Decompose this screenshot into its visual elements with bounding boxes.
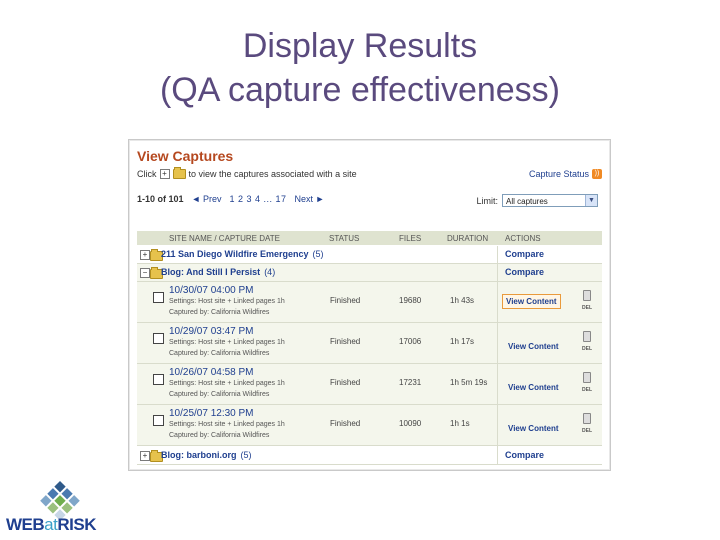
click-instruction: to view the captures associated with a s… [188, 169, 357, 179]
rss-icon[interactable]: )) [592, 169, 602, 179]
chevron-down-icon[interactable]: ▼ [585, 195, 597, 206]
capture-status: Finished [330, 378, 361, 387]
capture-date[interactable]: 10/26/07 04:58 PM [169, 367, 254, 378]
slide-title: Display Results (QA capture effectivenes… [0, 24, 720, 112]
captures-panel: View Captures Click + to view the captur… [128, 139, 611, 471]
site-capture-count: (5) [312, 249, 324, 259]
view-content-link[interactable]: View Content [505, 340, 562, 353]
trash-icon[interactable] [583, 372, 591, 383]
capture-row: 10/30/07 04:00 PM Settings: Host site + … [137, 282, 602, 323]
compare-link[interactable]: Compare [505, 267, 544, 277]
capture-date[interactable]: 10/29/07 03:47 PM [169, 326, 254, 337]
capture-duration: 1h 1s [450, 419, 470, 428]
site-name[interactable]: 211 San Diego Wildfire Emergency (5) [161, 249, 323, 259]
view-content-link[interactable]: View Content [502, 294, 561, 309]
column-header-duration[interactable]: DURATION [447, 234, 488, 243]
pager-range: 1-10 of 101 [137, 194, 184, 204]
capture-date[interactable]: 10/30/07 04:00 PM [169, 285, 254, 296]
capture-files: 17231 [399, 378, 422, 387]
pager: 1-10 of 101 ◄ Prev 1 2 3 4 ... 17 Next ► [137, 194, 324, 204]
actions-column-divider [497, 246, 498, 464]
site-capture-count: (4) [264, 267, 276, 277]
compare-link[interactable]: Compare [505, 249, 544, 259]
captured-by: Captured by: California Wildfires [169, 309, 270, 316]
expand-icon[interactable]: + [140, 250, 150, 260]
limit-select-value[interactable]: All captures [506, 197, 548, 206]
site-row[interactable]: + Blog: barboni.org (5) Compare [137, 447, 602, 465]
capture-status: Finished [330, 337, 361, 346]
pager-pages[interactable]: 1 2 3 4 ... 17 [229, 194, 286, 204]
captured-by: Captured by: California Wildfires [169, 350, 270, 357]
capture-row: 10/29/07 03:47 PM Settings: Host site + … [137, 323, 602, 364]
pager-prev-link[interactable]: ◄ Prev [192, 194, 222, 204]
capture-duration: 1h 17s [450, 337, 475, 346]
capture-settings: Settings: Host site + Linked pages 1h [169, 298, 285, 305]
capture-checkbox[interactable] [153, 374, 164, 385]
logo-text: WEBatRISK [6, 515, 96, 534]
site-name[interactable]: Blog: barboni.org (5) [161, 450, 252, 460]
capture-checkbox[interactable] [153, 292, 164, 303]
delete-button[interactable]: DEL [581, 413, 593, 434]
capture-status-link[interactable]: Capture Status )) [529, 169, 602, 179]
instructions: Click + to view the captures associated … [137, 167, 357, 179]
site-name[interactable]: Blog: And Still I Persist (4) [161, 267, 275, 277]
captured-by: Captured by: California Wildfires [169, 391, 270, 398]
capture-checkbox[interactable] [153, 333, 164, 344]
site-row[interactable]: + 211 San Diego Wildfire Emergency (5) Co… [137, 246, 602, 264]
expand-icon[interactable]: + [140, 451, 150, 461]
delete-label[interactable]: DEL [582, 346, 592, 352]
compare-link[interactable]: Compare [505, 450, 544, 460]
folder-icon [172, 167, 186, 179]
trash-icon[interactable] [583, 413, 591, 424]
view-content-link[interactable]: View Content [505, 422, 562, 435]
table-header: SITE NAME / CAPTURE DATE STATUS FILES DU… [137, 231, 602, 245]
column-header-actions: ACTIONS [505, 233, 541, 243]
trash-icon[interactable] [583, 290, 591, 301]
capture-row: 10/26/07 04:58 PM Settings: Host site + … [137, 364, 602, 405]
trash-icon[interactable] [583, 331, 591, 342]
capture-files: 10090 [399, 419, 422, 428]
capture-status: Finished [330, 296, 361, 305]
column-header-site[interactable]: SITE NAME / CAPTURE DATE [169, 234, 280, 243]
limit-label: Limit: [476, 195, 498, 206]
delete-label[interactable]: DEL [582, 305, 592, 311]
limit-control: Limit: All captures ▼ [476, 194, 598, 207]
capture-date[interactable]: 10/25/07 12:30 PM [169, 408, 254, 419]
click-label: Click [137, 169, 157, 179]
capture-files: 17006 [399, 337, 422, 346]
pager-next-link[interactable]: Next ► [295, 194, 325, 204]
slide-title-line1: Display Results [242, 27, 478, 65]
site-row[interactable]: − Blog: And Still I Persist (4) Compare [137, 264, 602, 282]
capture-files: 19680 [399, 296, 422, 305]
expand-icon: + [159, 169, 170, 179]
column-header-files[interactable]: FILES [399, 234, 421, 243]
delete-button[interactable]: DEL [581, 331, 593, 352]
capture-checkbox[interactable] [153, 415, 164, 426]
capture-settings: Settings: Host site + Linked pages 1h [169, 339, 285, 346]
capture-row: 10/25/07 12:30 PM Settings: Host site + … [137, 405, 602, 446]
capture-status-label[interactable]: Capture Status [529, 169, 589, 179]
limit-select[interactable]: All captures ▼ [502, 194, 598, 207]
view-content-link[interactable]: View Content [505, 381, 562, 394]
delete-label[interactable]: DEL [582, 428, 592, 434]
panel-title: View Captures [137, 148, 234, 164]
capture-status: Finished [330, 419, 361, 428]
capture-duration: 1h 43s [450, 296, 475, 305]
site-capture-count: (5) [240, 450, 252, 460]
delete-label[interactable]: DEL [582, 387, 592, 393]
captured-by: Captured by: California Wildfires [169, 432, 270, 439]
collapse-icon[interactable]: − [140, 268, 150, 278]
delete-button[interactable]: DEL [581, 372, 593, 393]
capture-settings: Settings: Host site + Linked pages 1h [169, 380, 285, 387]
capture-duration: 1h 5m 19s [450, 378, 488, 387]
delete-button[interactable]: DEL [581, 290, 593, 311]
capture-settings: Settings: Host site + Linked pages 1h [169, 421, 285, 428]
column-header-status[interactable]: STATUS [329, 234, 359, 243]
slide-title-line2: (QA capture effectiveness) [159, 71, 560, 109]
